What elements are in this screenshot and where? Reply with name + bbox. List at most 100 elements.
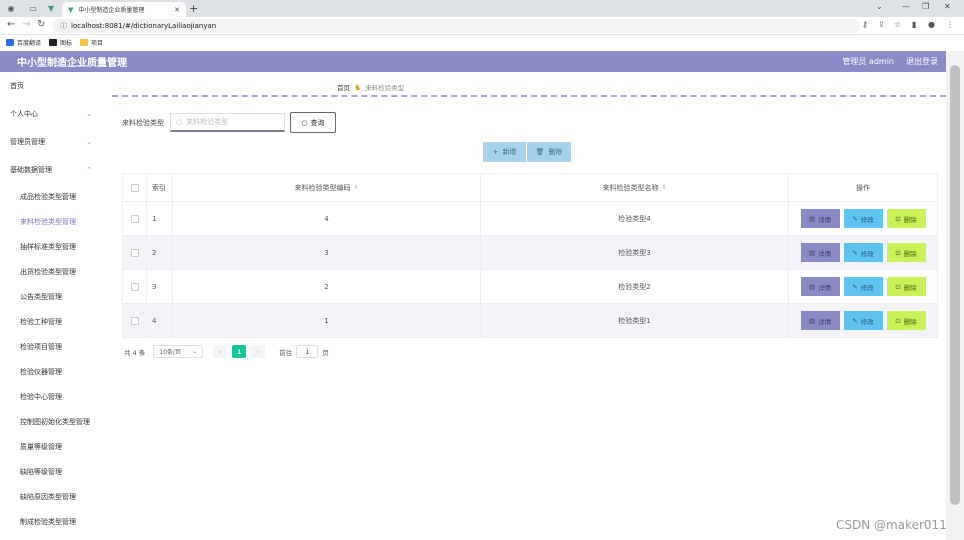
admin-user-label: 管理员 admin: [842, 57, 894, 66]
goto-page-input[interactable]: 1: [296, 345, 319, 358]
table-header-row: 索引 来料检验类型编码 ⇕ 来料检验类型名称 ⇕ 操作: [122, 174, 938, 202]
close-window-icon[interactable]: ✕: [944, 2, 951, 11]
cell-name: 检验类型3: [481, 236, 789, 269]
edit-button[interactable]: ✎ 修改: [843, 243, 883, 262]
sidebar-subitem-active[interactable]: 来料检验类型管理: [0, 209, 106, 234]
back-icon[interactable]: ←: [7, 19, 15, 30]
sort-icon[interactable]: ⇕: [353, 184, 358, 191]
tab-search-icon[interactable]: ◉: [4, 2, 18, 14]
column-header-label: 来料检验类型名称: [602, 183, 659, 192]
chevron-up-icon: ⌃: [86, 166, 92, 174]
remove-label: 删除: [903, 215, 917, 224]
detail-button[interactable]: ▤ 详情: [800, 243, 840, 262]
menu-icon[interactable]: ⋮: [946, 20, 954, 29]
sidebar-item-basic-data[interactable]: 基础数据管理 ⌃: [0, 156, 106, 184]
sidebar-item-label: 个人中心: [10, 110, 38, 118]
sidebar-subitem[interactable]: 检验项目管理: [0, 334, 106, 359]
sidebar-item-personal-center[interactable]: 个人中心 ⌄: [0, 100, 106, 128]
pencil-icon: ✎: [852, 248, 858, 257]
bookmark-item[interactable]: 百度翻译: [6, 38, 41, 47]
forward-icon[interactable]: →: [22, 19, 30, 30]
sidebar-subitem[interactable]: 制成检验类型管理: [0, 509, 106, 534]
sidebar-subitem[interactable]: 检验工种管理: [0, 309, 106, 334]
sidebar-subitem[interactable]: 公告类型管理: [0, 284, 106, 309]
sidebar-item-home[interactable]: 首页: [0, 72, 106, 100]
icon-bookmark-icon: [49, 39, 58, 46]
sidebar-item-admin-management[interactable]: 管理员管理 ⌄: [0, 128, 106, 156]
breadcrumb-home[interactable]: 首页: [337, 82, 350, 92]
sidebar-subitem[interactable]: 缺陷原因类型管理: [0, 484, 106, 509]
sidebar-toggle-icon[interactable]: ▮: [912, 20, 916, 29]
edit-button[interactable]: ✎ 修改: [843, 277, 883, 296]
page-size-select[interactable]: 10条/页 ⌄: [153, 345, 204, 358]
breadcrumb-current: 来料检验类型: [365, 84, 405, 92]
page-scrollbar[interactable]: [946, 51, 964, 540]
sidebar-subitem[interactable]: 控制图初始化类型管理: [0, 409, 106, 434]
active-tab[interactable]: ▼ 中小型制造企业质量管理 ✕: [62, 2, 186, 17]
key-icon[interactable]: ⚷: [862, 20, 868, 29]
plus-icon: +: [492, 148, 499, 156]
edit-button[interactable]: ✎ 修改: [843, 311, 883, 330]
bookmark-item[interactable]: 图标: [49, 38, 72, 47]
data-table: 索引 来料检验类型编码 ⇕ 来料检验类型名称 ⇕ 操作 1 4 检验类型4 ▤ 详…: [122, 173, 938, 338]
column-header-name[interactable]: 来料检验类型名称 ⇕: [481, 174, 789, 201]
pinned-vue-tab-icon[interactable]: ▼: [44, 2, 58, 14]
reload-icon[interactable]: ↻: [37, 19, 45, 30]
select-all-checkbox[interactable]: [130, 183, 139, 192]
minimize-icon[interactable]: —: [902, 2, 910, 11]
breadcrumb: 首页 ♞ 来料检验类型: [337, 82, 405, 93]
search-input[interactable]: ○ 来料检验类型: [170, 113, 285, 132]
sidebar-subitem[interactable]: 抽样标准类型管理: [0, 234, 106, 259]
remove-button[interactable]: ⊡ 删除: [886, 209, 926, 228]
detail-button[interactable]: ▤ 详情: [800, 209, 840, 228]
scrollbar-thumb[interactable]: [950, 65, 960, 505]
restore-icon[interactable]: ❐: [922, 2, 929, 11]
sidebar-subitem[interactable]: 检验中心管理: [0, 384, 106, 409]
sidebar-subitem[interactable]: 缺陷等级管理: [0, 459, 106, 484]
batch-delete-button[interactable]: 🗑 删除: [527, 142, 571, 162]
current-page-button[interactable]: 1: [232, 345, 247, 358]
detail-button[interactable]: ▤ 详情: [800, 311, 840, 330]
watermark: CSDN @maker011: [836, 518, 947, 532]
row-checkbox[interactable]: [130, 316, 139, 325]
info-icon[interactable]: ⓘ: [60, 21, 67, 31]
remove-button[interactable]: ⊡ 删除: [886, 311, 926, 330]
vue-favicon-icon: ▼: [68, 5, 74, 14]
column-header-code[interactable]: 来料检验类型编码 ⇕: [173, 174, 481, 201]
search-button[interactable]: ○ 查询: [290, 112, 336, 133]
cell-code: 1: [173, 304, 481, 337]
main-content: 首页 ♞ 来料检验类型 来料检验类型 ○ 来料检验类型 ○ 查询 + 新增 🗑 …: [106, 72, 946, 540]
trash-icon: 🗑: [535, 148, 545, 156]
star-icon[interactable]: ☆: [894, 20, 901, 29]
sidebar-subitem[interactable]: 质量等级管理: [0, 434, 106, 459]
sort-icon[interactable]: ⇕: [661, 184, 666, 191]
sidebar-subitem[interactable]: 出货检验类型管理: [0, 259, 106, 284]
edit-button[interactable]: ✎ 修改: [843, 209, 883, 228]
profile-icon[interactable]: ●: [928, 20, 935, 29]
next-page-button[interactable]: ›: [251, 345, 266, 358]
folder-icon: [80, 39, 89, 46]
search-label: 来料检验类型: [122, 118, 164, 127]
row-checkbox[interactable]: [130, 248, 139, 257]
sidebar-subitem[interactable]: 成品检验类型管理: [0, 184, 106, 209]
add-button[interactable]: + 新增: [483, 142, 527, 162]
bookmark-item[interactable]: 项目: [80, 38, 103, 47]
remove-button[interactable]: ⊡ 删除: [886, 243, 926, 262]
remove-button[interactable]: ⊡ 删除: [886, 277, 926, 296]
edit-label: 修改: [860, 317, 874, 326]
close-tab-icon[interactable]: ✕: [174, 6, 180, 14]
row-checkbox[interactable]: [130, 282, 139, 291]
page-size-value: 10条/页: [159, 349, 181, 356]
app-title: 中小型制造企业质量管理: [17, 58, 127, 69]
prev-page-button[interactable]: ‹: [213, 345, 228, 358]
url-field[interactable]: ⓘ localhost:8081/#/dictionaryLailiaojian…: [52, 19, 860, 33]
trash-icon: ⊡: [895, 316, 901, 325]
row-checkbox[interactable]: [130, 214, 139, 223]
tab-list-icon[interactable]: ⌄: [876, 2, 883, 11]
logout-link[interactable]: 退出登录: [906, 56, 938, 67]
detail-button[interactable]: ▤ 详情: [800, 277, 840, 296]
sidebar-subitem[interactable]: 检验仪器管理: [0, 359, 106, 384]
new-tab-icon[interactable]: +: [189, 2, 198, 15]
share-icon[interactable]: ⇪: [878, 20, 885, 29]
pinned-tab-icon[interactable]: ▭: [26, 2, 40, 14]
